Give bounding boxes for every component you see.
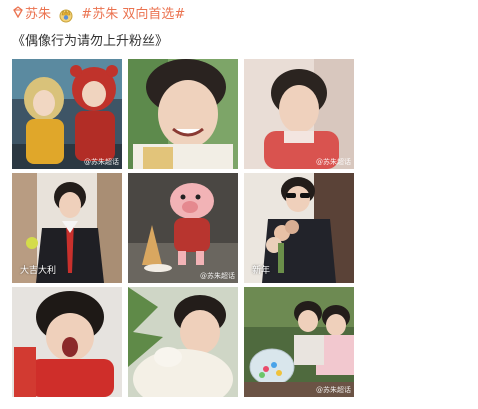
topic-line: 苏朱 #苏朱 双向首选# [12,6,472,24]
photo-6[interactable]: 新年 [244,173,354,283]
photo-3[interactable]: @苏朱超话 [244,59,354,169]
photo-watermark: @苏朱超话 [316,386,351,394]
super-topic-icon [13,6,23,19]
photo-grid: @苏朱超话 @苏朱超话 大吉大利 @苏朱超话 新年 @苏朱超话 [12,59,354,397]
photo-caption: 新年 [252,266,271,276]
hashtag-link[interactable]: #苏朱 双向首选# [81,6,185,24]
crown-emoji-icon [59,9,73,23]
photo-2[interactable] [128,59,238,169]
post-text: 《偶像行为请勿上升粉丝》 [12,34,169,49]
photo-caption: 大吉大利 [20,266,57,276]
super-topic-link[interactable]: 苏朱 [12,6,51,24]
photo-5[interactable]: @苏朱超话 [128,173,238,283]
photo-7[interactable] [12,287,122,397]
photo-watermark: @苏朱超话 [84,158,119,166]
super-topic-label: 苏朱 [25,7,52,22]
photo-4[interactable]: 大吉大利 [12,173,122,283]
photo-9[interactable]: @苏朱超话 [244,287,354,397]
photo-8[interactable] [128,287,238,397]
photo-watermark: @苏朱超话 [200,272,235,280]
photo-watermark: @苏朱超话 [316,158,351,166]
photo-1[interactable]: @苏朱超话 [12,59,122,169]
weibo-post: 苏朱 #苏朱 双向首选# 《偶像行为请勿上升粉丝》 [12,6,472,51]
